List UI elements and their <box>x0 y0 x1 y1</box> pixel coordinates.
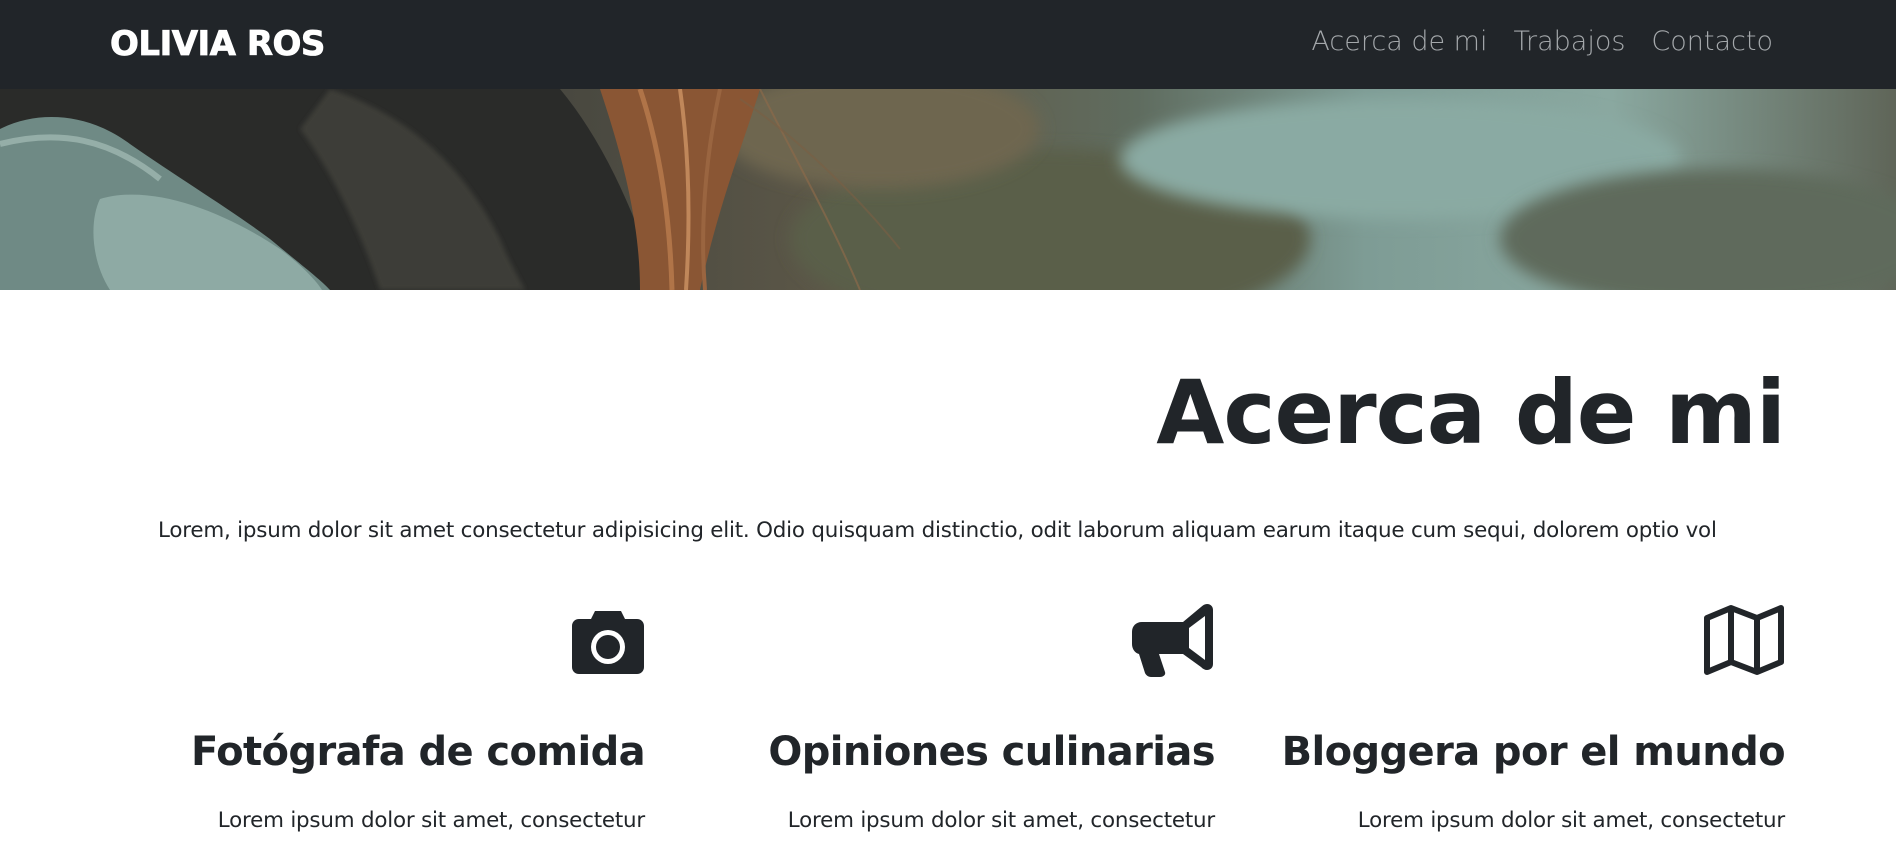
feature-food-photographer: Fotógrafa de comida Lorem ipsum dolor si… <box>105 600 646 833</box>
about-text: Lorem, ipsum dolor sit amet consectetur … <box>158 518 1717 543</box>
feature-title: Fotógrafa de comida <box>191 729 646 775</box>
feature-world-blogger: Bloggera por el mundo Lorem ipsum dolor … <box>1245 600 1786 833</box>
navbar: OLIVIA ROS Acerca de mi Trabajos Contact… <box>0 0 1896 89</box>
feature-text: Lorem ipsum dolor sit amet, consectetur <box>787 808 1215 833</box>
feature-title: Opiniones culinarias <box>768 729 1215 775</box>
hero-image <box>0 89 1896 290</box>
nav-links: Acerca de mi Trabajos Contacto <box>1311 22 1773 62</box>
feature-text: Lorem ipsum dolor sit amet, consectetur <box>217 808 645 833</box>
map-icon <box>1704 605 1784 675</box>
feature-title: Bloggera por el mundo <box>1281 729 1786 775</box>
feature-text: Lorem ipsum dolor sit amet, consectetur <box>1357 808 1785 833</box>
nav-link-contact[interactable]: Contacto <box>1651 22 1773 62</box>
nav-link-about[interactable]: Acerca de mi <box>1311 22 1487 62</box>
feature-culinary-reviews: Opiniones culinarias Lorem ipsum dolor s… <box>675 600 1216 833</box>
brand-logo[interactable]: OLIVIA ROS <box>110 22 326 66</box>
hero-photo-illustration <box>0 89 1896 290</box>
megaphone-icon <box>1132 604 1213 677</box>
about-title: Acerca de mi <box>1156 361 1786 464</box>
nav-link-works[interactable]: Trabajos <box>1513 22 1625 62</box>
camera-icon <box>572 611 644 674</box>
